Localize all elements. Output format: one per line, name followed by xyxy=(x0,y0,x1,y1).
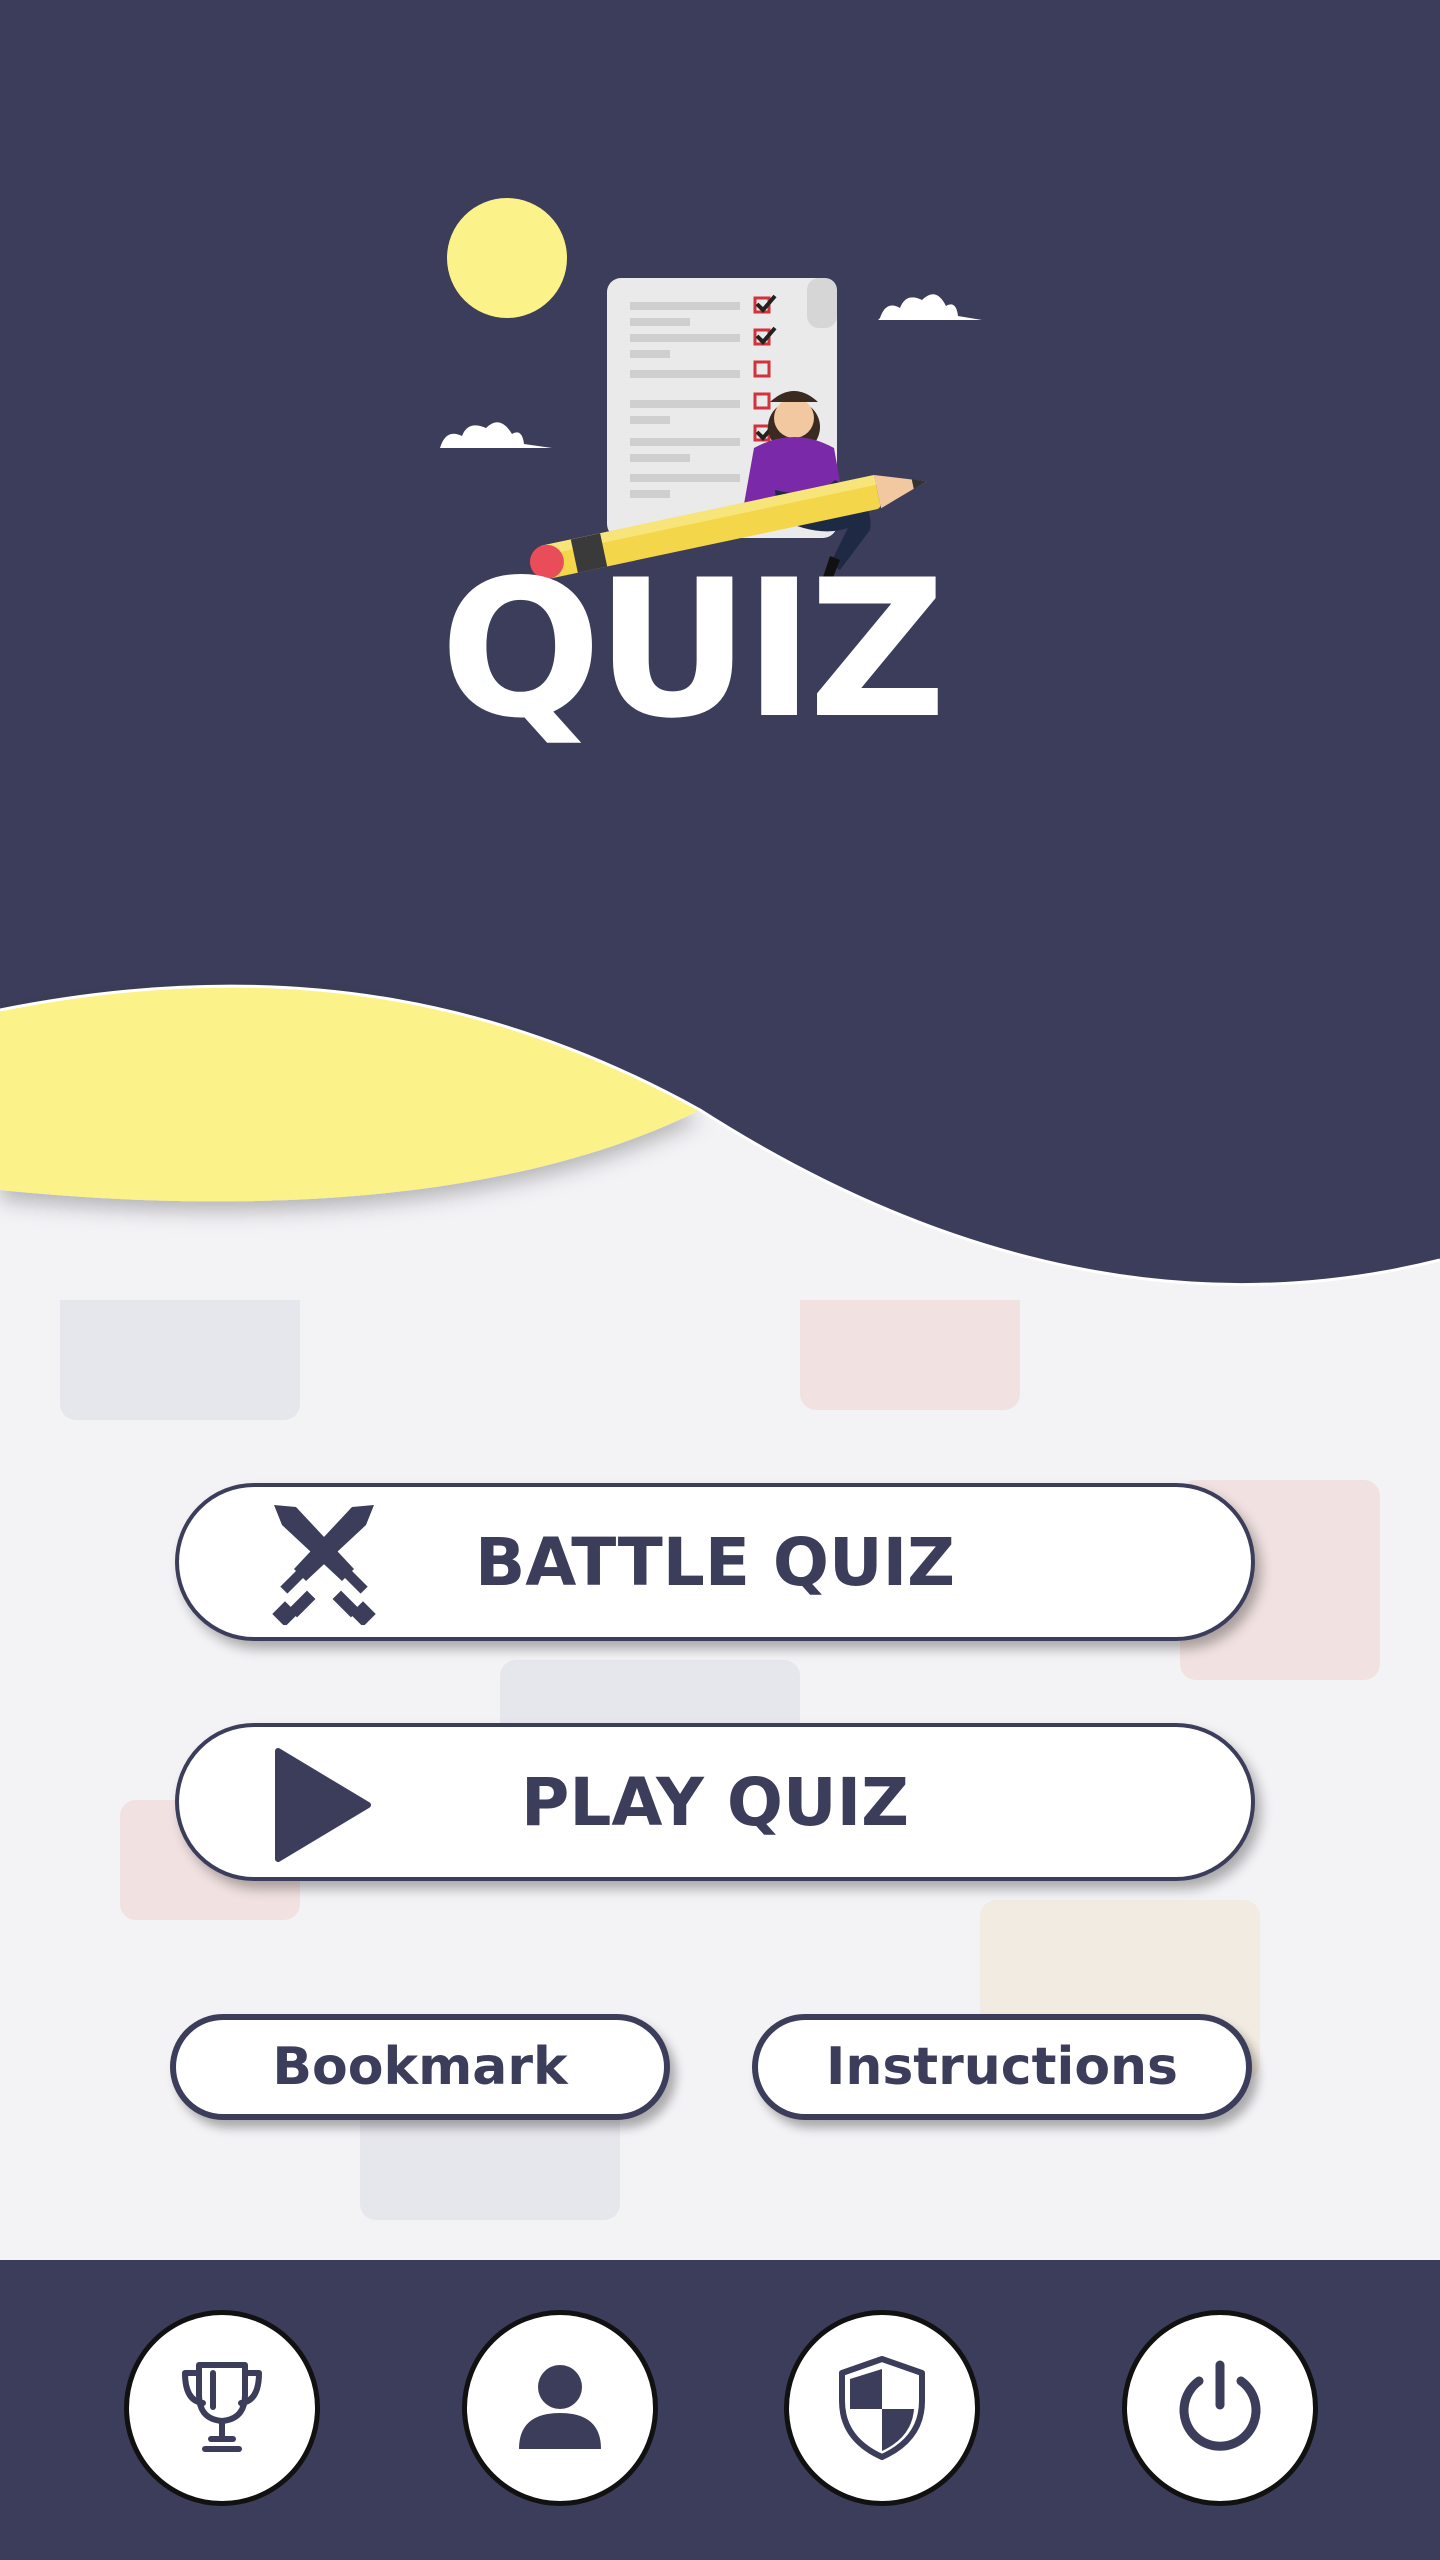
battle-quiz-label: BATTLE QUIZ xyxy=(474,1523,956,1601)
power-icon xyxy=(1179,2360,1261,2451)
trophy-icon xyxy=(182,2362,262,2452)
shield-icon xyxy=(839,2356,925,2460)
privacy-button[interactable] xyxy=(784,2310,980,2506)
bottom-nav-bar xyxy=(0,2260,1440,2560)
bookmark-button[interactable]: Bookmark xyxy=(170,2014,670,2120)
leaderboard-button[interactable] xyxy=(124,2310,320,2506)
app-logo-text: QUIZ xyxy=(440,539,946,760)
header-wave xyxy=(0,860,1440,1300)
instructions-button[interactable]: Instructions xyxy=(752,2014,1252,2120)
hero-header: QUIZ xyxy=(0,0,1440,1300)
play-quiz-label: PLAY QUIZ xyxy=(520,1763,910,1841)
logout-button[interactable] xyxy=(1122,2310,1318,2506)
play-quiz-button[interactable]: PLAY QUIZ xyxy=(175,1723,1255,1881)
profile-button[interactable] xyxy=(462,2310,658,2506)
battle-quiz-button[interactable]: BATTLE QUIZ xyxy=(175,1483,1255,1641)
user-icon xyxy=(519,2365,601,2449)
